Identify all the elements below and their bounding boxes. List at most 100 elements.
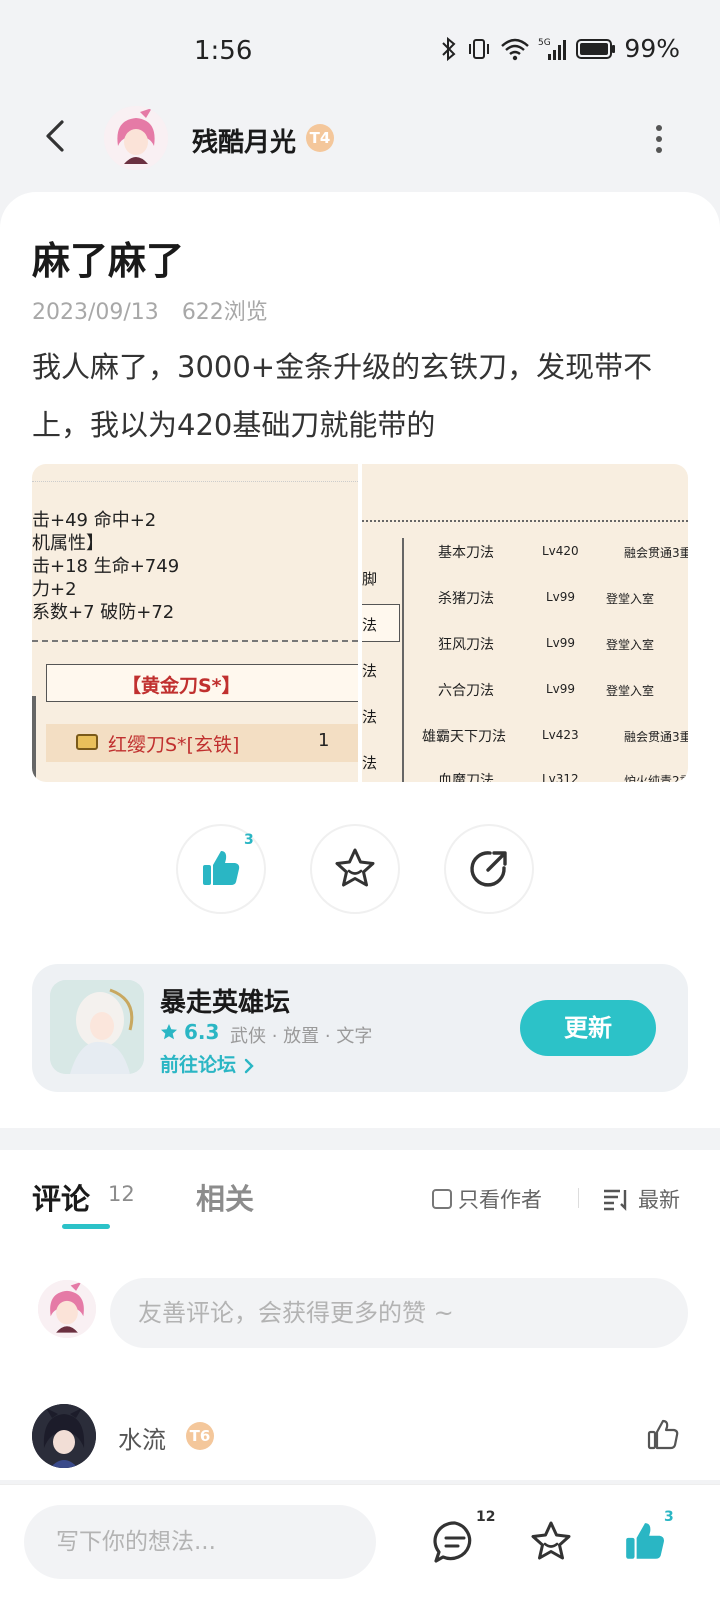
tab-comments[interactable]: 评论 (32, 1176, 90, 1218)
bottom-like-count: 3 (664, 1509, 674, 1525)
image-divider (32, 640, 358, 642)
more-options-icon[interactable] (654, 124, 664, 154)
image-side-label: 法 (362, 754, 378, 772)
forum-card[interactable]: 暴走英雄坛 6.3 武侠 · 放置 · 文字 前往论坛 更新 (32, 964, 688, 1092)
status-icons: 5G 99% (440, 34, 680, 63)
skill-status: 登堂入室 (606, 638, 655, 652)
my-avatar (38, 1280, 96, 1338)
like-count: 3 (244, 832, 254, 848)
image-top-rule (32, 464, 358, 482)
image-item-gold-blade: 【黄金刀S*】 (122, 675, 241, 697)
rating-star-icon (161, 1024, 177, 1040)
back-arrow-icon[interactable] (36, 116, 76, 156)
like-button[interactable]: 3 (176, 824, 266, 914)
post-actions: 3 (0, 824, 720, 916)
author-level-badge: T4 (306, 124, 334, 152)
author-name[interactable]: 残酷月光 (192, 122, 296, 159)
image-side-bar (402, 538, 404, 782)
chevron-right-icon (244, 1058, 254, 1073)
skill-status: 融会贯通3重 (624, 546, 688, 560)
author-only-toggle[interactable]: 只看作者 (432, 1184, 542, 1214)
vibrate-icon (469, 38, 490, 59)
status-bar: 1:56 5G 99% (0, 0, 720, 100)
thumbs-up-filled-icon[interactable] (622, 1519, 668, 1565)
commenter-level-badge: T6 (186, 1422, 214, 1450)
toolbar-divider (578, 1188, 579, 1208)
tab-related[interactable]: 相关 (196, 1176, 254, 1218)
forum-app-icon (50, 980, 144, 1074)
image-stat-line: 系数+7 破防+72 (32, 602, 175, 623)
skill-level: Lv99 (546, 682, 576, 696)
skill-level: Lv312 (542, 772, 579, 782)
post-image-left[interactable]: 击+49 命中+2 机属性】 击+18 生命+749 力+2 系数+7 破防+7… (32, 464, 358, 782)
update-button[interactable]: 更新 (520, 1000, 656, 1056)
skill-name: 杀猪刀法 (438, 591, 494, 607)
image-side-bar (32, 696, 36, 782)
post-meta: 2023/09/13 622浏览 (32, 294, 284, 326)
quick-comment-input[interactable] (24, 1505, 376, 1579)
skill-name: 血魔刀法 (438, 773, 494, 782)
share-icon (470, 851, 507, 887)
battery-level: 99% (624, 34, 680, 63)
forum-name: 暴走英雄坛 (160, 988, 291, 1018)
wifi-icon (501, 38, 530, 60)
post-title: 麻了麻了 (32, 239, 185, 283)
image-side-label: 法 (362, 616, 378, 634)
comment-count: 12 (108, 1182, 135, 1206)
skill-name: 狂风刀法 (438, 637, 494, 653)
forum-rating: 6.3 (160, 1020, 219, 1044)
skill-status: 融会贯通3重 (624, 730, 688, 744)
image-item-count: 1 (318, 730, 330, 751)
skill-name: 雄霸天下刀法 (422, 729, 506, 745)
bottom-bar: 12 3 (0, 1484, 720, 1600)
image-divider (362, 520, 688, 522)
post-body: 我人麻了，3000+金条升级的玄铁刀，发现带不上，我以为420基础刀就能带的 (32, 350, 653, 442)
forum-tags: 武侠 · 放置 · 文字 (230, 1026, 373, 1047)
skill-level: Lv99 (546, 590, 576, 604)
favorite-button[interactable] (310, 824, 400, 914)
star-icon (335, 848, 375, 887)
commenter-name[interactable]: 水流 (118, 1420, 166, 1455)
comment-input[interactable] (110, 1278, 688, 1348)
skill-name: 六合刀法 (438, 683, 494, 699)
post-images: 击+49 命中+2 机属性】 击+18 生命+749 力+2 系数+7 破防+7… (32, 464, 688, 782)
sort-toggle[interactable]: 最新 (602, 1184, 680, 1214)
bottom-comment-count: 12 (476, 1509, 496, 1525)
author-only-checkbox[interactable] (432, 1189, 452, 1209)
skill-status: 炉火纯青2重 (624, 774, 688, 782)
thumbs-up-filled-icon (203, 851, 240, 885)
image-side-label: 法 (362, 662, 378, 680)
skill-status: 登堂入室 (606, 684, 655, 698)
sort-label: 最新 (638, 1188, 680, 1212)
forum-rating-value: 6.3 (184, 1020, 220, 1044)
post-views: 622浏览 (181, 300, 268, 325)
go-to-forum-link[interactable]: 前往论坛 (160, 1050, 255, 1077)
author-avatar[interactable] (104, 106, 168, 170)
skill-name: 基本刀法 (438, 545, 494, 561)
post-card: 麻了麻了 2023/09/13 622浏览 我人麻了，3000+金条升级的玄铁刀… (0, 192, 720, 1128)
signal-icon: 5G (538, 38, 567, 60)
skill-level: Lv99 (546, 636, 576, 650)
item-chest-icon (76, 734, 98, 750)
commenter-avatar[interactable] (32, 1404, 96, 1468)
battery-icon (576, 38, 616, 59)
bluetooth-icon (442, 36, 456, 61)
image-side-label: 法 (362, 708, 378, 726)
active-tab-indicator (62, 1224, 110, 1229)
share-button[interactable] (444, 824, 534, 914)
skill-level: Lv420 (542, 544, 579, 558)
comment-icon[interactable] (432, 1519, 478, 1565)
star-icon[interactable] (528, 1519, 574, 1565)
post-image-right[interactable]: 脚 法 法 法 法 基本刀法 Lv420 融会贯通3重 杀猪刀法 Lv99 登堂… (362, 464, 688, 782)
comment-like-icon[interactable] (646, 1418, 680, 1452)
post-date: 2023/09/13 (32, 300, 159, 325)
go-to-forum-label: 前往论坛 (160, 1054, 237, 1076)
status-time: 1:56 (194, 36, 253, 66)
post-header: 残酷月光 T4 (0, 100, 720, 190)
sort-icon (604, 1189, 627, 1211)
comments-section: 评论 12 相关 只看作者 最新 水流 T6 (0, 1150, 720, 1480)
skill-level: Lv423 (542, 728, 579, 742)
image-item-red-tassel-blade: 红缨刀S*[玄铁] (108, 734, 240, 756)
image-side-label: 脚 (362, 570, 378, 588)
skill-status: 登堂入室 (606, 592, 655, 606)
